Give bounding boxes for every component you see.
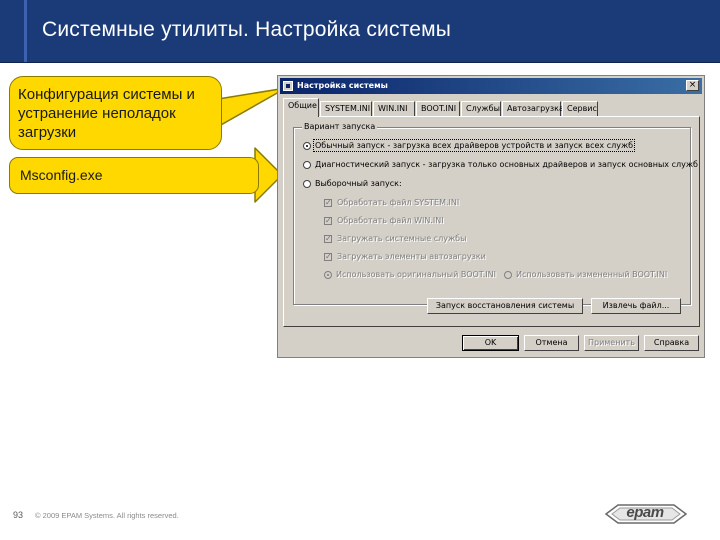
radio-normal-startup[interactable]: Обычный запуск - загрузка всех драйверов… <box>303 139 636 152</box>
tab-strip: Общие SYSTEM.INI WIN.INI BOOT.INI Службы… <box>283 98 703 117</box>
check-icon[interactable]: ✓ <box>324 252 332 261</box>
radio-button[interactable] <box>303 160 311 169</box>
radio-button[interactable] <box>303 179 311 188</box>
callout-line: загрузки <box>18 124 77 141</box>
cancel-button[interactable]: Отмена <box>524 335 579 351</box>
callout-1-pointer <box>211 87 287 131</box>
check-icon[interactable]: ✓ <box>324 216 332 225</box>
radio-label: Выборочный запуск: <box>315 179 402 188</box>
tab-panel-general: Вариант запуска Обычный запуск - загрузк… <box>283 116 700 327</box>
check-icon[interactable]: ✓ <box>324 234 332 243</box>
checkbox-label: Загружать элементы автозагрузки <box>337 252 486 261</box>
copyright-text: © 2009 EPAM Systems. All rights reserved… <box>35 511 179 520</box>
checkbox-process-system-ini[interactable]: ✓ Обработать файл SYSTEM.INI <box>324 198 459 207</box>
checkbox-load-system-services[interactable]: ✓ Загружать системные службы <box>324 234 466 243</box>
radio-label: Использовать измененный BOOT.INI <box>516 270 668 279</box>
ok-button[interactable]: OK <box>462 335 519 351</box>
radio-label: Обычный запуск - загрузка всех драйверов… <box>312 139 636 152</box>
tab-startup[interactable]: Автозагрузка <box>502 101 564 116</box>
group-legend: Вариант запуска <box>302 122 378 131</box>
radio-button[interactable] <box>303 141 311 150</box>
help-button[interactable]: Справка <box>644 335 699 351</box>
radio-original-boot-ini[interactable]: Использовать оригинальный BOOT.INI <box>324 270 496 279</box>
radio-label: Диагностический запуск - загрузка только… <box>315 160 698 169</box>
callout-msconfig-exe: Msconfig.exe <box>9 157 259 194</box>
dialog-titlebar[interactable]: Настройка системы × <box>280 78 702 94</box>
checkbox-label: Обработать файл WIN.INI <box>337 216 444 225</box>
tab-system-ini[interactable]: SYSTEM.INI <box>320 101 372 116</box>
tab-services[interactable]: Службы <box>461 101 501 116</box>
radio-label: Использовать оригинальный BOOT.INI <box>336 270 496 279</box>
radio-button[interactable] <box>324 270 332 279</box>
page-number: 93 <box>13 510 24 520</box>
callout-line: устранение неполадок <box>18 105 176 122</box>
expand-file-button[interactable]: Извлечь файл... <box>591 298 681 314</box>
tab-general[interactable]: Общие <box>283 98 319 117</box>
system-configuration-dialog: Настройка системы × Общие SYSTEM.INI WIN… <box>277 75 705 358</box>
radio-diagnostic-startup[interactable]: Диагностический запуск - загрузка только… <box>303 160 698 169</box>
callout-msconfig-description: Конфигурация системы и устранение непола… <box>9 76 222 150</box>
checkbox-process-win-ini[interactable]: ✓ Обработать файл WIN.INI <box>324 216 444 225</box>
tab-tools[interactable]: Сервис <box>562 101 598 116</box>
radio-selective-startup[interactable]: Выборочный запуск: <box>303 179 402 188</box>
logo-text: epam <box>626 504 664 521</box>
check-icon[interactable]: ✓ <box>324 198 332 207</box>
launch-system-restore-button[interactable]: Запуск восстановления системы <box>427 298 583 314</box>
checkbox-label: Обработать файл SYSTEM.INI <box>337 198 460 207</box>
startup-selection-group: Вариант запуска Обычный запуск - загрузк… <box>293 122 698 305</box>
radio-modified-boot-ini[interactable]: Использовать измененный BOOT.INI <box>504 270 667 279</box>
dialog-title: Настройка системы <box>297 81 388 90</box>
app-icon <box>283 81 293 91</box>
callout-line: Msconfig.exe <box>20 167 103 183</box>
tab-win-ini[interactable]: WIN.INI <box>373 101 415 116</box>
callout-line: Конфигурация системы и <box>18 86 195 103</box>
checkbox-label: Загружать системные службы <box>337 234 467 243</box>
checkbox-load-startup-items[interactable]: ✓ Загружать элементы автозагрузки <box>324 252 486 261</box>
apply-button[interactable]: Применить <box>584 335 639 351</box>
close-icon[interactable]: × <box>686 80 699 91</box>
tab-boot-ini[interactable]: BOOT.INI <box>416 101 460 116</box>
radio-button[interactable] <box>504 270 512 279</box>
